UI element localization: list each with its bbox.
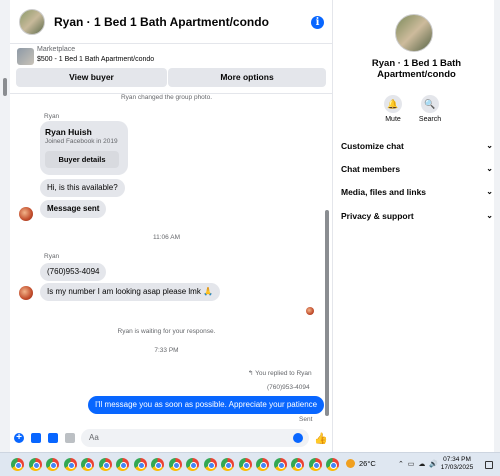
timestamp: 7:33 PM bbox=[154, 347, 179, 354]
panel-row-chat-members[interactable]: Chat members ⌄ bbox=[341, 162, 493, 176]
chrome-icon[interactable] bbox=[291, 458, 304, 471]
outgoing-message-bubble[interactable]: I'll message you as soon as possible. Ap… bbox=[88, 396, 325, 414]
temperature[interactable]: 26°C bbox=[359, 459, 376, 468]
panel-row-label: Media, files and links bbox=[341, 187, 427, 197]
panel-row-label: Chat members bbox=[341, 164, 401, 174]
message-thread: Ryan changed the group photo. Ryan Ryan … bbox=[10, 94, 333, 424]
system-message: Ryan changed the group photo. bbox=[120, 94, 213, 101]
listing-category: Marketplace bbox=[37, 46, 76, 53]
clock-time: 07:34 PM bbox=[443, 456, 471, 463]
chrome-icon[interactable] bbox=[273, 458, 287, 471]
sender-name: Ryan bbox=[44, 113, 60, 120]
message-bubble[interactable]: Hi, is this available? bbox=[40, 179, 125, 197]
chrome-icon[interactable] bbox=[81, 458, 94, 471]
seen-avatar bbox=[306, 307, 314, 315]
chrome-icon[interactable] bbox=[326, 458, 339, 471]
panel-row-media-files-links[interactable]: Media, files and links ⌄ bbox=[341, 185, 493, 199]
profile-avatar[interactable] bbox=[395, 14, 433, 52]
message-bubble[interactable]: (760)953-4094 bbox=[40, 263, 107, 281]
panel-row-label: Customize chat bbox=[341, 141, 404, 151]
more-options-button[interactable]: More options bbox=[168, 68, 326, 87]
listing-banner: Marketplace $500 - 1 Bed 1 Bath Apartmen… bbox=[10, 44, 333, 94]
system-tray-icons[interactable]: ⌃ ▭ ☁ 🔊 bbox=[398, 460, 439, 468]
chrome-icon[interactable] bbox=[11, 458, 24, 471]
chrome-icon[interactable] bbox=[116, 458, 129, 471]
emoji-icon[interactable] bbox=[293, 433, 303, 443]
chat-avatar[interactable] bbox=[19, 8, 45, 35]
taskbar: 26°C ⌃ ▭ ☁ 🔊 07:34 PM 17/03/2025 bbox=[0, 452, 500, 476]
sender-name: Ryan bbox=[44, 253, 60, 260]
chrome-icon[interactable] bbox=[168, 458, 182, 471]
chrome-icon[interactable] bbox=[203, 458, 217, 471]
panel-row-privacy-support[interactable]: Privacy & support ⌄ bbox=[341, 209, 493, 223]
chrome-icon[interactable] bbox=[186, 458, 199, 471]
chat-scroll-thumb[interactable] bbox=[325, 210, 329, 416]
search-icon[interactable]: 🔍 bbox=[421, 95, 439, 113]
timestamp: 11:06 AM bbox=[153, 234, 180, 241]
search-action[interactable]: 🔍 Search bbox=[412, 95, 448, 123]
buyer-details-button[interactable]: Buyer details bbox=[45, 151, 119, 168]
panel-row-customize-chat[interactable]: Customize chat ⌄ bbox=[341, 139, 493, 153]
buyer-card: Ryan Huish Joined Facebook in 2019 Buyer… bbox=[40, 121, 128, 175]
plus-icon[interactable]: + bbox=[14, 433, 24, 443]
chrome-icon[interactable] bbox=[63, 458, 77, 471]
chrome-icon[interactable] bbox=[238, 458, 252, 471]
chevron-down-icon: ⌄ bbox=[486, 164, 493, 173]
panel-scroll-track[interactable] bbox=[494, 0, 500, 452]
thumbs-up-icon[interactable]: 👍 bbox=[314, 432, 328, 445]
search-label: Search bbox=[418, 116, 442, 123]
image-icon[interactable] bbox=[31, 433, 41, 443]
chat-header: Ryan · 1 Bed 1 Bath Apartment/condo i bbox=[10, 0, 333, 44]
chrome-icon[interactable] bbox=[46, 458, 59, 471]
chevron-down-icon: ⌄ bbox=[486, 141, 493, 150]
message-input[interactable]: Aa bbox=[81, 429, 309, 447]
clock-date: 17/03/2025 bbox=[440, 464, 474, 471]
replied-to-label: ↰ You replied to Ryan bbox=[248, 370, 312, 377]
system-message: Ryan is waiting for your response. bbox=[117, 328, 216, 335]
chrome-icon[interactable] bbox=[256, 458, 269, 471]
chrome-icon[interactable] bbox=[28, 458, 42, 471]
chrome-icon[interactable] bbox=[133, 458, 147, 471]
chat-title[interactable]: Ryan · 1 Bed 1 Bath Apartment/condo bbox=[54, 15, 269, 29]
chat-info-panel: Ryan · 1 Bed 1 Bath Apartment/condo 🔔 Mu… bbox=[333, 0, 500, 452]
buyer-joined: Joined Facebook in 2019 bbox=[45, 138, 118, 145]
view-buyer-button[interactable]: View buyer bbox=[16, 68, 167, 87]
weather-icon[interactable] bbox=[346, 459, 355, 468]
clock[interactable]: 07:34 PM 17/03/2025 bbox=[436, 456, 478, 472]
message-bubble[interactable]: Is my number I am looking asap please lm… bbox=[40, 283, 221, 301]
chrome-icon[interactable] bbox=[98, 458, 112, 471]
chrome-icon[interactable] bbox=[308, 458, 322, 471]
panel-row-label: Privacy & support bbox=[341, 211, 414, 221]
sticker-icon[interactable] bbox=[48, 433, 58, 443]
gif-icon[interactable] bbox=[65, 433, 75, 443]
info-icon[interactable]: i bbox=[311, 16, 324, 29]
chrome-icon[interactable] bbox=[221, 458, 234, 471]
listing-thumbnail[interactable] bbox=[17, 48, 34, 65]
message-bubble[interactable]: Message sent bbox=[40, 200, 107, 218]
bell-icon[interactable]: 🔔 bbox=[384, 95, 402, 113]
message-status: Sent bbox=[299, 416, 313, 423]
mute-label: Mute bbox=[385, 116, 401, 123]
chrome-icon[interactable] bbox=[151, 458, 164, 471]
mute-action[interactable]: 🔔 Mute bbox=[375, 95, 411, 123]
chat-column: Ryan · 1 Bed 1 Bath Apartment/condo i Ma… bbox=[0, 0, 333, 452]
notification-icon[interactable] bbox=[485, 461, 493, 469]
avatar[interactable] bbox=[19, 207, 33, 221]
left-scroll-thumb[interactable] bbox=[3, 78, 7, 96]
buyer-name: Ryan Huish bbox=[45, 127, 92, 137]
left-scroll-track[interactable] bbox=[0, 0, 10, 452]
replied-to-text: You replied to Ryan bbox=[255, 370, 312, 377]
chat-scrollbar[interactable] bbox=[325, 98, 329, 418]
quoted-message[interactable]: (760)953-4094 bbox=[267, 384, 310, 391]
chevron-down-icon: ⌄ bbox=[486, 187, 493, 196]
messenger-window: Ryan · 1 Bed 1 Bath Apartment/condo i Ma… bbox=[0, 0, 500, 452]
listing-price-title[interactable]: $500 - 1 Bed 1 Bath Apartment/condo bbox=[37, 56, 154, 63]
avatar[interactable] bbox=[19, 286, 33, 300]
chevron-down-icon: ⌄ bbox=[486, 211, 493, 220]
message-input-placeholder: Aa bbox=[89, 433, 99, 442]
composer: + Aa 👍 bbox=[10, 426, 333, 452]
profile-name: Ryan · 1 Bed 1 Bath Apartment/condo bbox=[371, 58, 462, 80]
